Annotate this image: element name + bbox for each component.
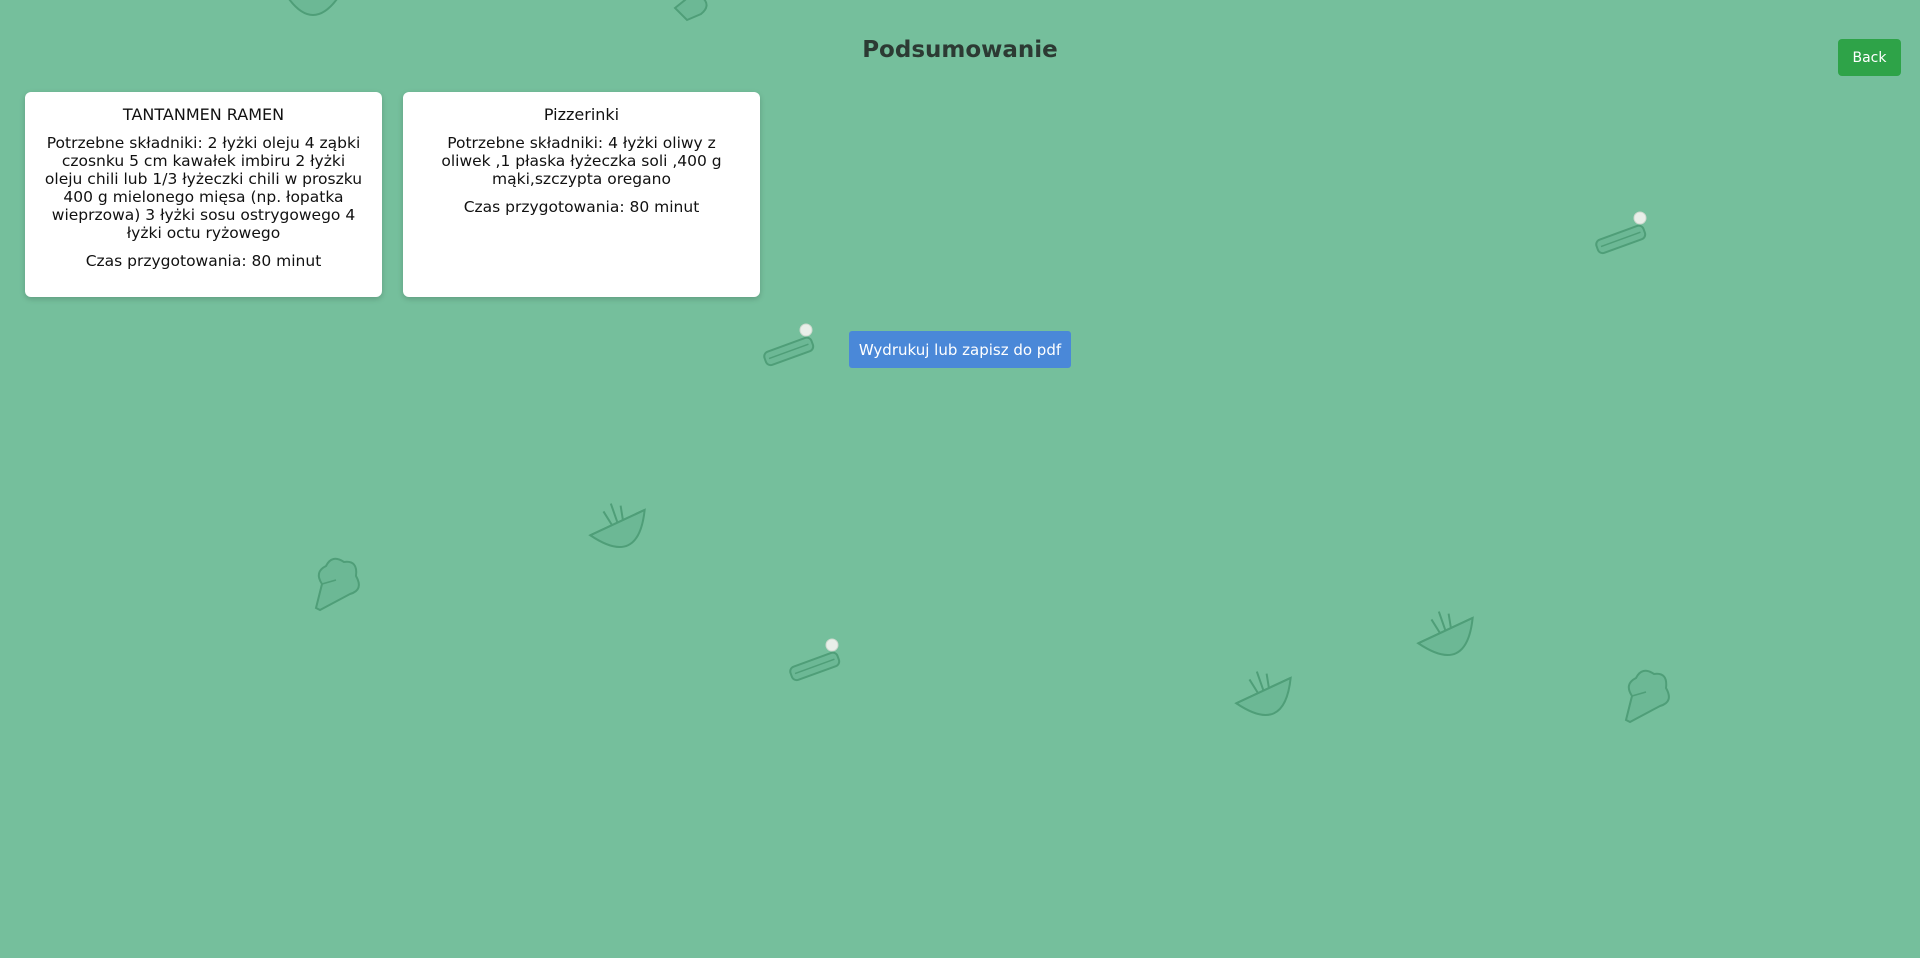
recipe-title: Pizzerinki xyxy=(543,105,620,124)
broccoli-icon xyxy=(1620,662,1676,726)
salad-bowl-icon xyxy=(1230,660,1302,730)
recipe-card: TANTANMEN RAMEN Potrzebne składniki: 2 ł… xyxy=(25,92,382,297)
recipe-ingredients: Potrzebne składniki: 2 łyżki oleju 4 ząb… xyxy=(44,134,363,242)
recipe-list: TANTANMEN RAMEN Potrzebne składniki: 2 ł… xyxy=(25,92,760,297)
sandwich-icon xyxy=(786,637,846,687)
recipe-title: TANTANMEN RAMEN xyxy=(122,105,285,124)
page-title: Podsumowanie xyxy=(862,37,1058,63)
salad-bowl-icon xyxy=(278,0,348,30)
broccoli-icon xyxy=(310,550,366,614)
sandwich-icon xyxy=(1592,210,1652,260)
sandwich-icon xyxy=(760,322,820,372)
salad-bowl-icon xyxy=(584,492,656,562)
recipe-ingredients: Potrzebne składniki: 4 łyżki oliwy z oli… xyxy=(441,134,722,188)
back-button[interactable]: Back xyxy=(1838,39,1901,76)
broccoli-icon xyxy=(665,0,715,30)
recipe-time: Czas przygotowania: 80 minut xyxy=(85,252,322,270)
print-pdf-button[interactable]: Wydrukuj lub zapisz do pdf xyxy=(849,331,1071,368)
salad-bowl-icon xyxy=(1412,600,1484,670)
recipe-time: Czas przygotowania: 80 minut xyxy=(463,198,700,216)
recipe-card: Pizzerinki Potrzebne składniki: 4 łyżki … xyxy=(403,92,760,297)
